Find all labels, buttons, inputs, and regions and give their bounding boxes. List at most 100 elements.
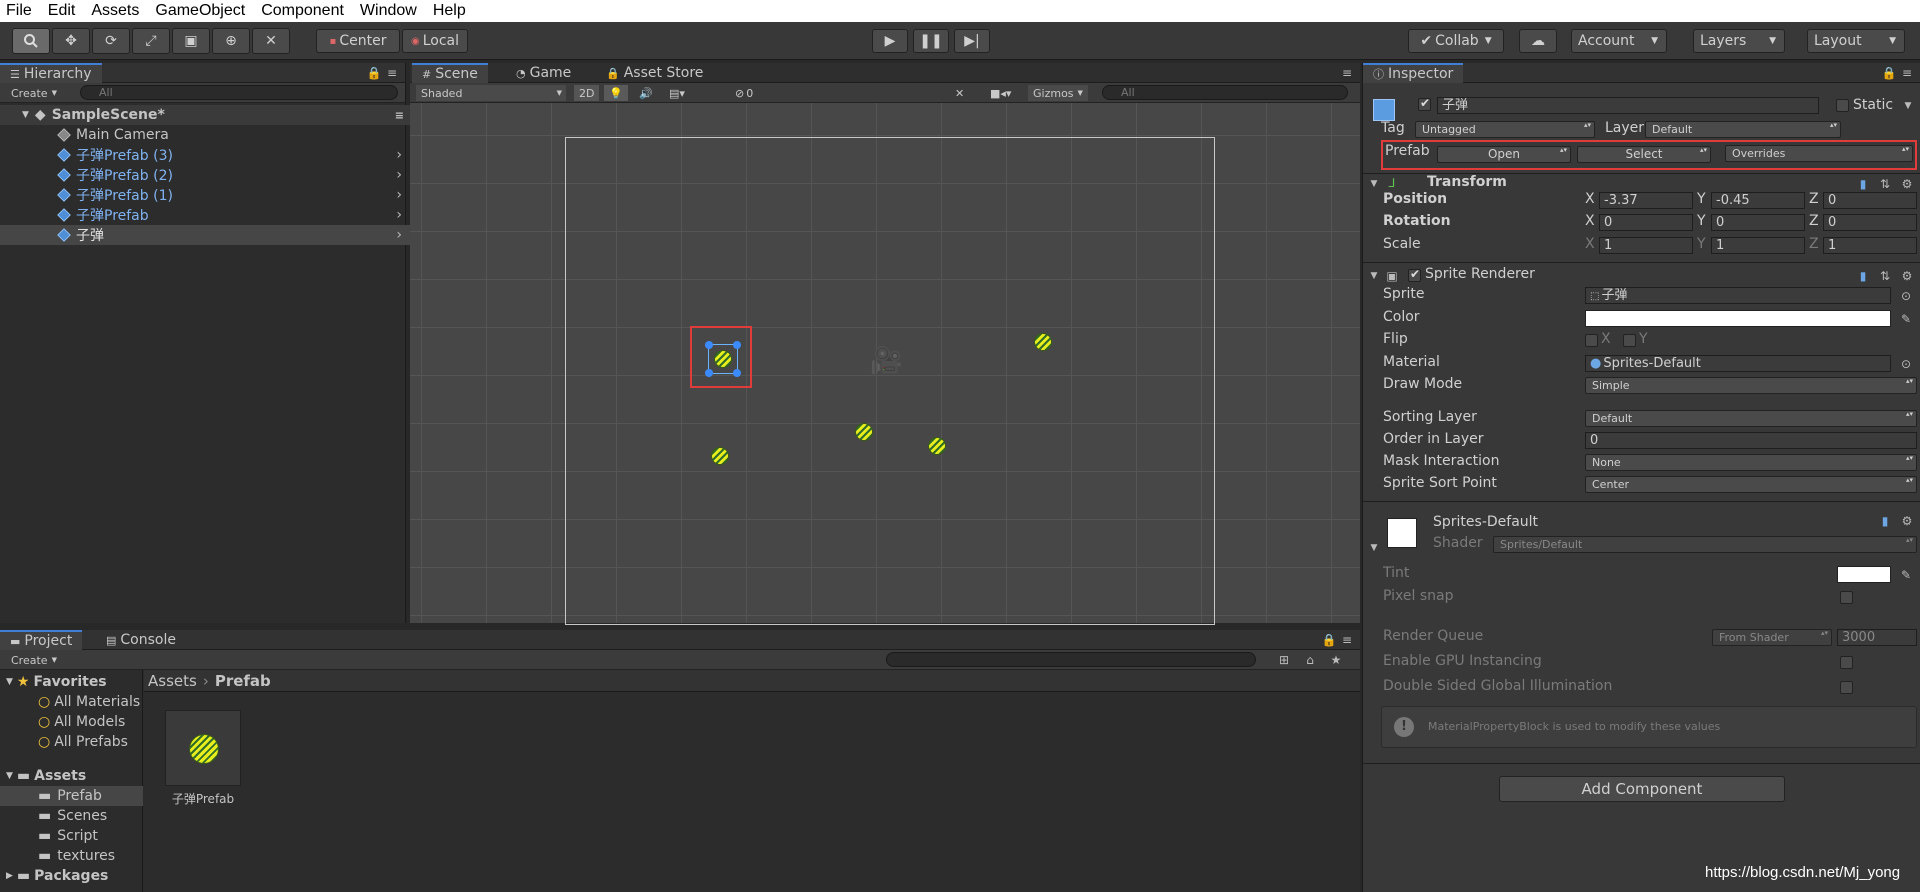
2d-toggle-button[interactable]: 2D xyxy=(574,85,600,101)
handle-icon[interactable] xyxy=(705,369,713,377)
chevron-right-icon[interactable]: › xyxy=(396,147,402,163)
flip-y-checkbox[interactable] xyxy=(1623,334,1636,347)
scene-menu-icon[interactable]: ≡ xyxy=(395,109,404,122)
rotate-tool-icon[interactable]: ⟳ xyxy=(92,28,130,54)
collab-button[interactable]: ✔ Collab ▼ xyxy=(1408,29,1504,53)
gear-icon[interactable]: ⚙ xyxy=(1900,177,1914,191)
custom-tool-icon[interactable]: ✕ xyxy=(252,28,290,54)
scene-viewport[interactable]: 🎥 xyxy=(410,103,1360,625)
double-sided-gi-checkbox[interactable] xyxy=(1840,681,1853,694)
hierarchy-item[interactable]: Main Camera xyxy=(0,125,410,145)
preset-icon[interactable]: ⇅ xyxy=(1878,177,1892,191)
active-checkbox[interactable] xyxy=(1418,96,1431,111)
bullet-sprite[interactable] xyxy=(855,423,873,441)
order-in-layer-field[interactable]: 0 xyxy=(1585,432,1917,449)
prefab-select-button[interactable]: Select xyxy=(1577,146,1711,163)
color-swatch[interactable] xyxy=(1585,310,1891,327)
tab-inspector[interactable]: ⓘ Inspector xyxy=(1363,63,1464,83)
filter-by-label-icon[interactable]: ⌂ xyxy=(1303,653,1317,667)
folder-item[interactable]: ▬ Scenes xyxy=(0,806,143,826)
chevron-down-icon[interactable]: ▼ xyxy=(1367,177,1381,191)
play-button[interactable]: ▶ xyxy=(872,29,908,53)
draw-mode-dropdown[interactable]: Simple xyxy=(1585,377,1917,394)
render-queue-dropdown[interactable]: From Shader xyxy=(1712,629,1832,646)
help-book-icon[interactable]: ▮ xyxy=(1856,177,1870,191)
transform-tool-icon[interactable]: ⊕ xyxy=(212,28,250,54)
gear-icon[interactable]: ⚙ xyxy=(1900,269,1914,283)
transform-title[interactable]: Transform xyxy=(1427,174,1507,190)
scale-x-field[interactable]: 1 xyxy=(1599,237,1693,254)
mask-interaction-dropdown[interactable]: None xyxy=(1585,454,1917,471)
bullet-sprite[interactable] xyxy=(1034,333,1052,351)
lighting-icon[interactable]: 💡 xyxy=(604,85,628,101)
cloud-button[interactable]: ☁ xyxy=(1519,29,1557,53)
lock-icon[interactable]: 🔒 xyxy=(367,66,382,80)
sprite-renderer-title[interactable]: Sprite Renderer xyxy=(1425,266,1535,282)
folder-item[interactable]: ▬ Script xyxy=(0,826,143,846)
hierarchy-item[interactable]: 子弹Prefab (1) › xyxy=(0,185,410,205)
space-toggle-button[interactable]: ◉ Local xyxy=(402,29,468,53)
pixel-snap-checkbox[interactable] xyxy=(1840,591,1853,604)
chevron-right-icon[interactable]: › xyxy=(396,167,402,183)
handle-icon[interactable] xyxy=(705,341,713,349)
material-field[interactable]: ● Sprites-Default xyxy=(1585,355,1891,372)
position-y-field[interactable]: -0.45 xyxy=(1711,192,1805,209)
asset-thumbnail[interactable] xyxy=(165,710,241,786)
scene-search-input[interactable]: All xyxy=(1102,85,1348,100)
hierarchy-create-button[interactable]: Create ▼ xyxy=(6,85,62,101)
menu-gameobject[interactable]: GameObject xyxy=(149,2,251,20)
prefab-overrides-dropdown[interactable]: Overrides xyxy=(1725,145,1913,162)
breadcrumb-item[interactable]: Assets xyxy=(148,672,197,690)
shading-dropdown[interactable]: Shaded ▼ xyxy=(416,85,566,101)
sprite-sort-point-dropdown[interactable]: Center xyxy=(1585,476,1917,493)
chevron-down-icon[interactable]: ▼ xyxy=(1367,269,1381,283)
effects-icon[interactable]: ▤▾ xyxy=(664,85,690,101)
gear-icon[interactable]: ⚙ xyxy=(1900,514,1914,528)
scene-tools-icon[interactable]: ✕ xyxy=(950,85,969,101)
favorite-item[interactable]: ○ All Prefabs xyxy=(0,732,143,752)
object-picker-icon[interactable]: ⊙ xyxy=(1899,289,1913,303)
hierarchy-item[interactable]: 子弹Prefab (3) › xyxy=(0,145,410,165)
menu-edit[interactable]: Edit xyxy=(42,2,82,20)
camera-gizmo-icon[interactable]: 🎥 xyxy=(870,346,910,376)
panel-menu-icon[interactable]: ≡ xyxy=(1340,66,1354,80)
menu-assets[interactable]: Assets xyxy=(85,2,145,20)
scale-tool-icon[interactable]: ⤢ xyxy=(132,28,170,54)
chevron-down-icon[interactable]: ▼ xyxy=(1901,99,1915,113)
rect-tool-icon[interactable]: ▣ xyxy=(172,28,210,54)
menu-component[interactable]: Component xyxy=(255,2,350,20)
asset-label[interactable]: 子弹Prefab xyxy=(152,790,254,807)
handle-icon[interactable] xyxy=(733,369,741,377)
eyedropper-icon[interactable]: ✎ xyxy=(1899,312,1913,326)
shader-dropdown[interactable]: Sprites/Default xyxy=(1493,536,1917,553)
hand-tool-icon[interactable] xyxy=(12,28,50,54)
favorites-row[interactable]: ▼ ★ Favorites xyxy=(0,672,143,692)
move-tool-icon[interactable]: ✥ xyxy=(52,28,90,54)
assets-row[interactable]: ▼ ▬ Assets xyxy=(0,766,143,786)
menu-window[interactable]: Window xyxy=(354,2,423,20)
tab-project[interactable]: ▬ Project xyxy=(0,630,83,650)
sprite-field[interactable]: ⬚ 子弹 xyxy=(1585,287,1891,304)
lock-icon[interactable]: 🔒 xyxy=(1322,633,1337,647)
object-name-field[interactable]: 子弹 xyxy=(1437,97,1819,114)
add-component-button[interactable]: Add Component xyxy=(1499,776,1785,802)
gpu-instancing-checkbox[interactable] xyxy=(1840,656,1853,669)
static-checkbox[interactable] xyxy=(1836,99,1849,112)
panel-menu-icon[interactable]: ≡ xyxy=(385,66,399,80)
step-button[interactable]: ▶| xyxy=(954,29,990,53)
layer-dropdown[interactable]: Default xyxy=(1645,121,1841,138)
chevron-right-icon[interactable]: › xyxy=(396,227,402,243)
tag-dropdown[interactable]: Untagged xyxy=(1415,121,1595,138)
hierarchy-search-input[interactable]: All xyxy=(80,85,398,100)
camera-icon[interactable]: ■◂▾ xyxy=(985,85,1016,101)
account-dropdown[interactable]: Account ▼ xyxy=(1571,29,1667,53)
hierarchy-item[interactable]: 子弹Prefab (2) › xyxy=(0,165,410,185)
chevron-right-icon[interactable]: › xyxy=(396,207,402,223)
panel-menu-icon[interactable]: ≡ xyxy=(1340,633,1354,647)
chevron-down-icon[interactable]: ▼ xyxy=(1367,541,1381,555)
help-book-icon[interactable]: ▮ xyxy=(1878,514,1892,528)
tint-color-swatch[interactable] xyxy=(1837,566,1891,583)
flip-x-checkbox[interactable] xyxy=(1585,334,1598,347)
folder-item[interactable]: ▬ textures xyxy=(0,846,143,866)
object-picker-icon[interactable]: ⊙ xyxy=(1899,357,1913,371)
